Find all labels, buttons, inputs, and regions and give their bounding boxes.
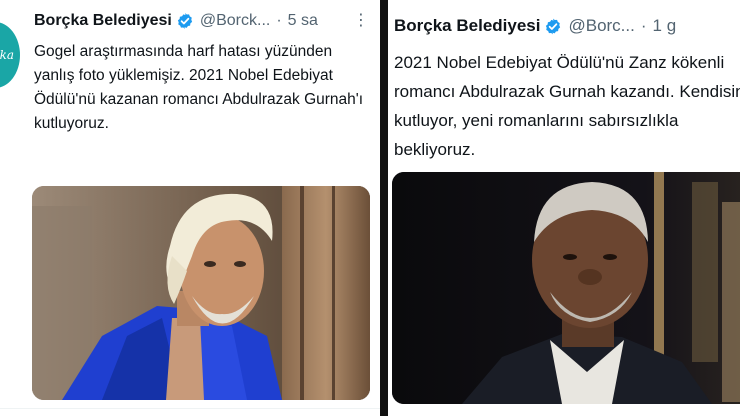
timestamp[interactable]: 1 g (653, 16, 677, 36)
tweet-photo[interactable] (32, 186, 370, 400)
more-options-icon[interactable]: ⋮ (353, 13, 369, 29)
separator-dot: · (640, 16, 647, 35)
profile-avatar[interactable]: ka (0, 22, 20, 88)
panel-divider (380, 0, 388, 416)
tweet-header: Borçka Belediyesi @Borc... · 1 g (394, 16, 740, 36)
verified-badge-icon (544, 17, 562, 35)
handle[interactable]: @Borck... (200, 12, 270, 30)
separator-dot: · (276, 12, 282, 29)
display-name[interactable]: Borçka Belediyesi (34, 12, 172, 30)
tweet-photo[interactable] (392, 172, 740, 404)
timestamp[interactable]: 5 sa (288, 12, 318, 30)
tweet-header: Borçka Belediyesi @Borck... · 5 sa ⋮ (34, 12, 374, 30)
display-name[interactable]: Borçka Belediyesi (394, 16, 540, 36)
tweet-text: 2021 Nobel Edebiyat Ödülü'nü Zanz kökenl… (394, 53, 740, 159)
tweet-divider (0, 408, 380, 409)
avatar-logo-text: ka (0, 48, 14, 62)
right-tweet: Borçka Belediyesi @Borc... · 1 g 2021 No… (388, 0, 740, 416)
tweet-text: Gogel araştırmasında harf hatası yüzünde… (34, 43, 364, 132)
handle[interactable]: @Borc... (568, 16, 634, 36)
verified-badge-icon (176, 12, 194, 30)
left-tweet: ka Borçka Belediyesi @Borck... · 5 sa ⋮ … (0, 0, 380, 416)
